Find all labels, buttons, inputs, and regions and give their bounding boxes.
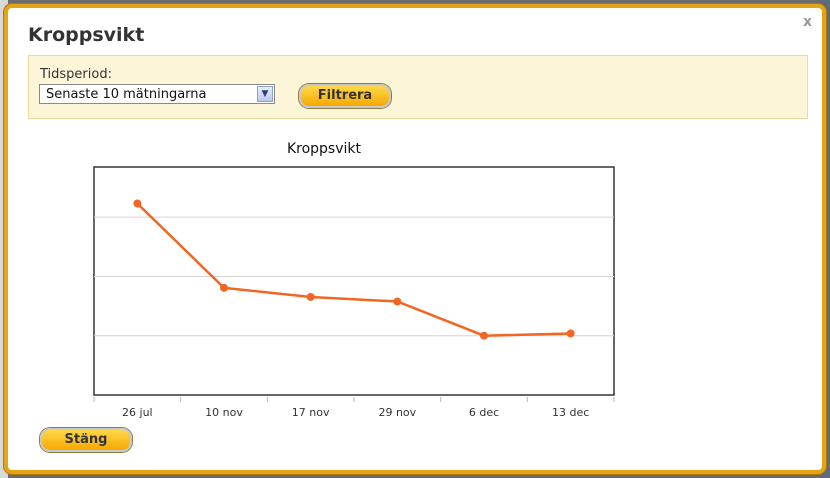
- x-tick-label: 29 nov: [378, 406, 416, 419]
- x-tick-label: 13 dec: [552, 406, 589, 419]
- close-button[interactable]: Stäng: [40, 428, 132, 452]
- data-point[interactable]: [306, 292, 315, 301]
- chart-title: Kroppsvikt: [287, 141, 362, 157]
- x-tick-label: 26 jul: [122, 406, 153, 419]
- data-point[interactable]: [393, 297, 402, 306]
- chart-dialog: x Kroppsvikt Tidsperiod: Senaste 10 mätn…: [4, 4, 826, 474]
- weight-chart: Kroppsvikt 26 jul 10 nov 17 nov 29 nov 6 dec…: [93, 141, 615, 419]
- data-point[interactable]: [133, 199, 142, 208]
- plot-area: [93, 166, 615, 396]
- data-point[interactable]: [480, 331, 488, 340]
- x-tick-label: 10 nov: [205, 406, 243, 419]
- x-axis: 26 jul 10 nov 17 nov 29 nov 6 dec 13 dec: [93, 397, 615, 419]
- data-point[interactable]: [220, 283, 228, 292]
- x-tick-label: 6 dec: [469, 406, 499, 419]
- data-point[interactable]: [566, 329, 575, 338]
- x-tick-label: 17 nov: [292, 406, 330, 419]
